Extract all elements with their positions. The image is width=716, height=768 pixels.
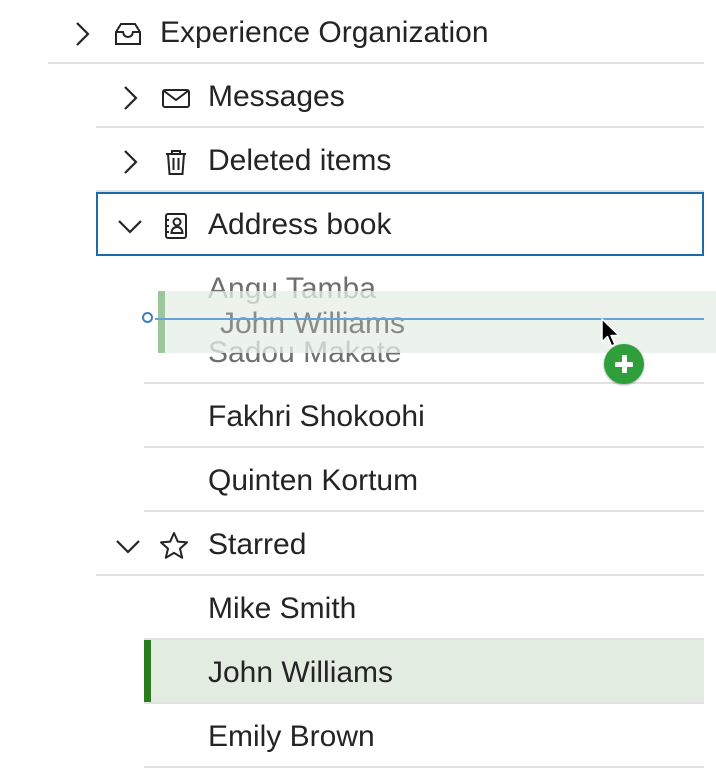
trash-icon bbox=[160, 146, 192, 178]
contact-name: Emily Brown bbox=[208, 720, 375, 753]
contact-item-fakhri-shokoohi[interactable]: Fakhri Shokoohi bbox=[144, 384, 704, 448]
tree-item-label: Address book bbox=[208, 208, 392, 241]
chevron-down-icon[interactable] bbox=[114, 210, 146, 242]
tree-item-messages[interactable]: Messages bbox=[96, 64, 704, 128]
drag-preview[interactable]: John Williams bbox=[158, 291, 716, 353]
tree-item-address-book[interactable]: Address book bbox=[96, 192, 704, 256]
contact-item-john-williams[interactable]: John Williams bbox=[144, 640, 704, 704]
contact-name: Mike Smith bbox=[208, 592, 357, 625]
tree-item-experience-organization[interactable]: Experience Organization bbox=[48, 0, 704, 64]
chevron-right-icon[interactable] bbox=[66, 18, 98, 50]
tree-item-label: Experience Organization bbox=[160, 16, 489, 49]
drop-indicator-circle bbox=[142, 312, 153, 323]
chevron-right-icon[interactable] bbox=[114, 146, 146, 178]
chevron-down-icon[interactable] bbox=[112, 530, 144, 562]
drag-preview-label: John Williams bbox=[220, 307, 406, 340]
envelope-icon bbox=[160, 82, 192, 114]
selection-indicator bbox=[144, 640, 151, 702]
chevron-right-icon[interactable] bbox=[114, 82, 146, 114]
add-copy-icon bbox=[604, 344, 644, 384]
contact-name: Fakhri Shokoohi bbox=[208, 400, 425, 433]
tree-item-label: Messages bbox=[208, 80, 345, 113]
contact-card-icon bbox=[160, 210, 192, 242]
contact-item-emily-brown[interactable]: Emily Brown bbox=[144, 704, 704, 768]
contact-item-mike-smith[interactable]: Mike Smith bbox=[144, 576, 704, 640]
tree-item-deleted-items[interactable]: Deleted items bbox=[96, 128, 704, 192]
contact-name: John Williams bbox=[208, 656, 394, 689]
contact-item-quinten-kortum[interactable]: Quinten Kortum bbox=[144, 448, 704, 512]
inbox-icon bbox=[112, 18, 144, 50]
contact-name: Quinten Kortum bbox=[208, 464, 419, 497]
drag-preview-accent bbox=[158, 291, 165, 353]
tree-item-label: Deleted items bbox=[208, 144, 392, 177]
tree-item-label: Starred bbox=[208, 528, 307, 561]
star-icon bbox=[158, 530, 190, 562]
tree-item-starred[interactable]: Starred bbox=[96, 512, 704, 576]
